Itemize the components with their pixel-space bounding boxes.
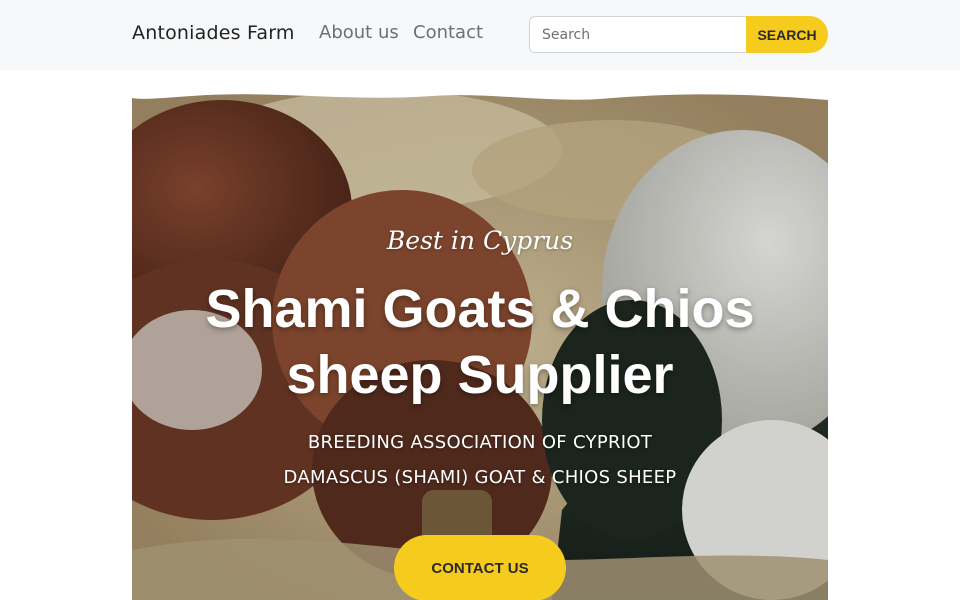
hero-section: Best in Cyprus Shami Goats & Chios sheep… xyxy=(132,90,828,600)
hero-wave-divider xyxy=(132,90,828,100)
hero-title-line-2: sheep Supplier xyxy=(286,345,674,405)
navbar: Antoniades Farm About us Contact SEARCH xyxy=(0,0,960,70)
search-button[interactable]: SEARCH xyxy=(746,16,828,53)
hero-title: Shami Goats & Chios sheep Supplier xyxy=(132,276,828,408)
hero-subtitle-line-2: DAMASCUS (SHAMI) GOAT & CHIOS SHEEP xyxy=(283,467,677,488)
nav-link-contact[interactable]: Contact xyxy=(413,22,483,43)
search-form: SEARCH xyxy=(529,16,828,53)
hero-title-line-1: Shami Goats & Chios xyxy=(205,279,755,339)
contact-us-button[interactable]: CONTACT US xyxy=(394,535,566,600)
nav-link-about-us[interactable]: About us xyxy=(319,22,399,43)
hero-tagline: Best in Cyprus xyxy=(386,226,574,255)
hero-subtitle-line-1: BREEDING ASSOCIATION OF CYPRIOT xyxy=(307,432,653,453)
brand-logo[interactable]: Antoniades Farm xyxy=(132,22,295,44)
search-input[interactable] xyxy=(529,16,746,53)
